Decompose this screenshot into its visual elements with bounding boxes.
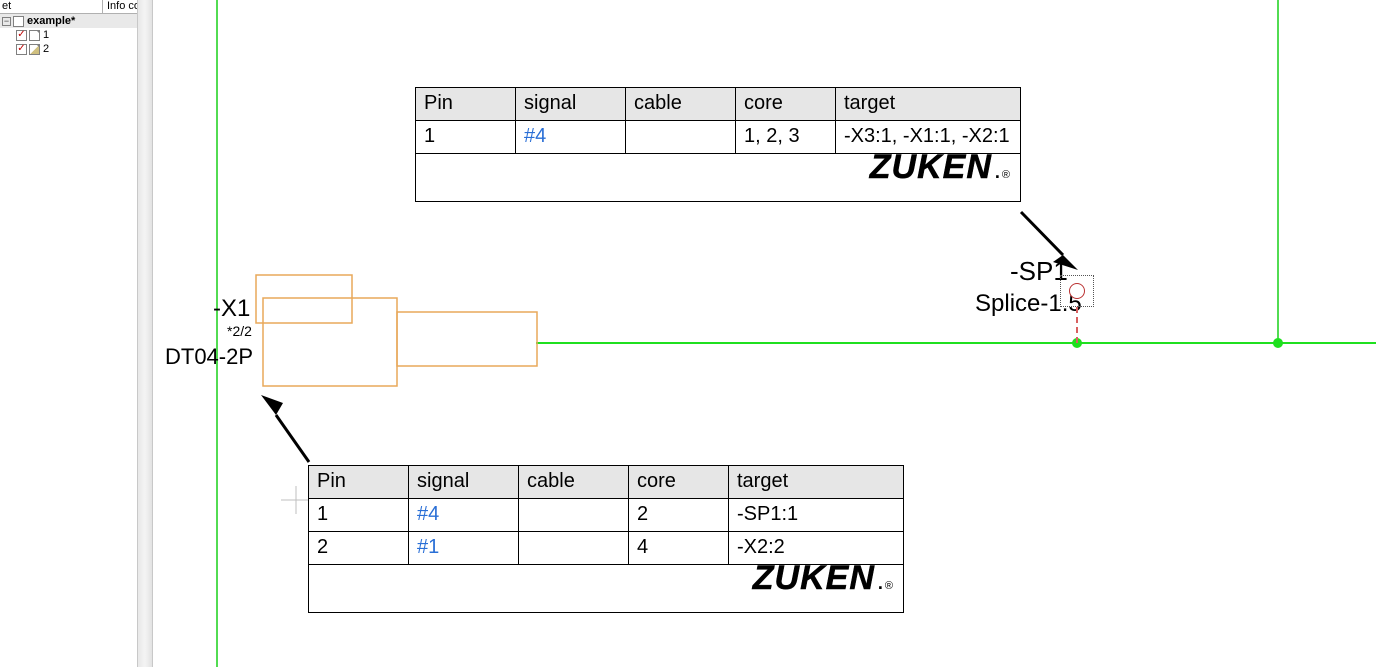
tree-header-col-b: Info colu bbox=[103, 0, 137, 13]
cell-signal[interactable]: #4 bbox=[516, 121, 626, 154]
page-visible-checkbox[interactable] bbox=[16, 44, 27, 55]
cell-signal[interactable]: #4 bbox=[409, 499, 519, 532]
col-cable: cable bbox=[626, 88, 736, 121]
col-target: target bbox=[729, 466, 904, 499]
table-brand-row: ZUKEN . ® bbox=[309, 565, 904, 613]
cell-pin: 2 bbox=[309, 532, 409, 565]
splice-ring-icon bbox=[1069, 283, 1085, 299]
col-core: core bbox=[629, 466, 729, 499]
table-header-row: Pin signal cable core target bbox=[416, 88, 1021, 121]
project-icon bbox=[13, 16, 24, 27]
tree-page-label: 1 bbox=[43, 28, 49, 42]
connector-slot: *2/2 bbox=[227, 323, 252, 339]
cell-core: 2 bbox=[629, 499, 729, 532]
cell-core: 1, 2, 3 bbox=[736, 121, 836, 154]
cell-cable bbox=[626, 121, 736, 154]
tree-project-row[interactable]: − example* bbox=[0, 14, 137, 28]
table-brand-row: ZUKEN . ® bbox=[416, 154, 1021, 202]
tree-header-col-a: et bbox=[0, 0, 103, 13]
col-target: target bbox=[836, 88, 1021, 121]
tree-collapse-icon[interactable]: − bbox=[2, 17, 11, 26]
vertical-scrollbar[interactable] bbox=[137, 0, 153, 667]
cell-cable bbox=[519, 532, 629, 565]
tree-page-row[interactable]: 1 bbox=[0, 28, 137, 42]
cell-target: -SP1:1 bbox=[729, 499, 904, 532]
table-header-row: Pin signal cable core target bbox=[309, 466, 904, 499]
col-cable: cable bbox=[519, 466, 629, 499]
col-pin: Pin bbox=[309, 466, 409, 499]
splice-stem bbox=[1076, 307, 1078, 343]
col-signal: signal bbox=[409, 466, 519, 499]
zuken-logo: ZUKEN . ® bbox=[753, 567, 893, 597]
cell-pin: 1 bbox=[309, 499, 409, 532]
connector-part-number: DT04-2P bbox=[165, 344, 253, 370]
page-icon bbox=[29, 30, 40, 41]
page-icon bbox=[29, 44, 40, 55]
project-tree-panel: et Info colu − example* 1 2 bbox=[0, 0, 137, 667]
col-core: core bbox=[736, 88, 836, 121]
col-pin: Pin bbox=[416, 88, 516, 121]
tree-header: et Info colu bbox=[0, 0, 137, 14]
cell-core: 4 bbox=[629, 532, 729, 565]
table-row: 1 #4 2 -SP1:1 bbox=[309, 499, 904, 532]
pin-table-splice: Pin signal cable core target 1 #4 1, 2, … bbox=[415, 87, 1021, 202]
pin-table-connector: Pin signal cable core target 1 #4 2 -SP1… bbox=[308, 465, 904, 613]
zuken-logo: ZUKEN . ® bbox=[870, 156, 1010, 186]
col-signal: signal bbox=[516, 88, 626, 121]
cell-signal[interactable]: #1 bbox=[409, 532, 519, 565]
tree-page-row[interactable]: 2 bbox=[0, 42, 137, 56]
schematic-canvas[interactable]: -X1 *2/2 DT04-2P -SP1 Splice-1.5 Pin sig… bbox=[153, 0, 1376, 667]
splice-cursor-marker bbox=[1060, 275, 1094, 307]
connector-designator: -X1 bbox=[213, 295, 250, 323]
tree-project-label: example* bbox=[27, 14, 75, 28]
cell-cable bbox=[519, 499, 629, 532]
page-visible-checkbox[interactable] bbox=[16, 30, 27, 41]
cell-pin: 1 bbox=[416, 121, 516, 154]
tree-page-label: 2 bbox=[43, 42, 49, 56]
